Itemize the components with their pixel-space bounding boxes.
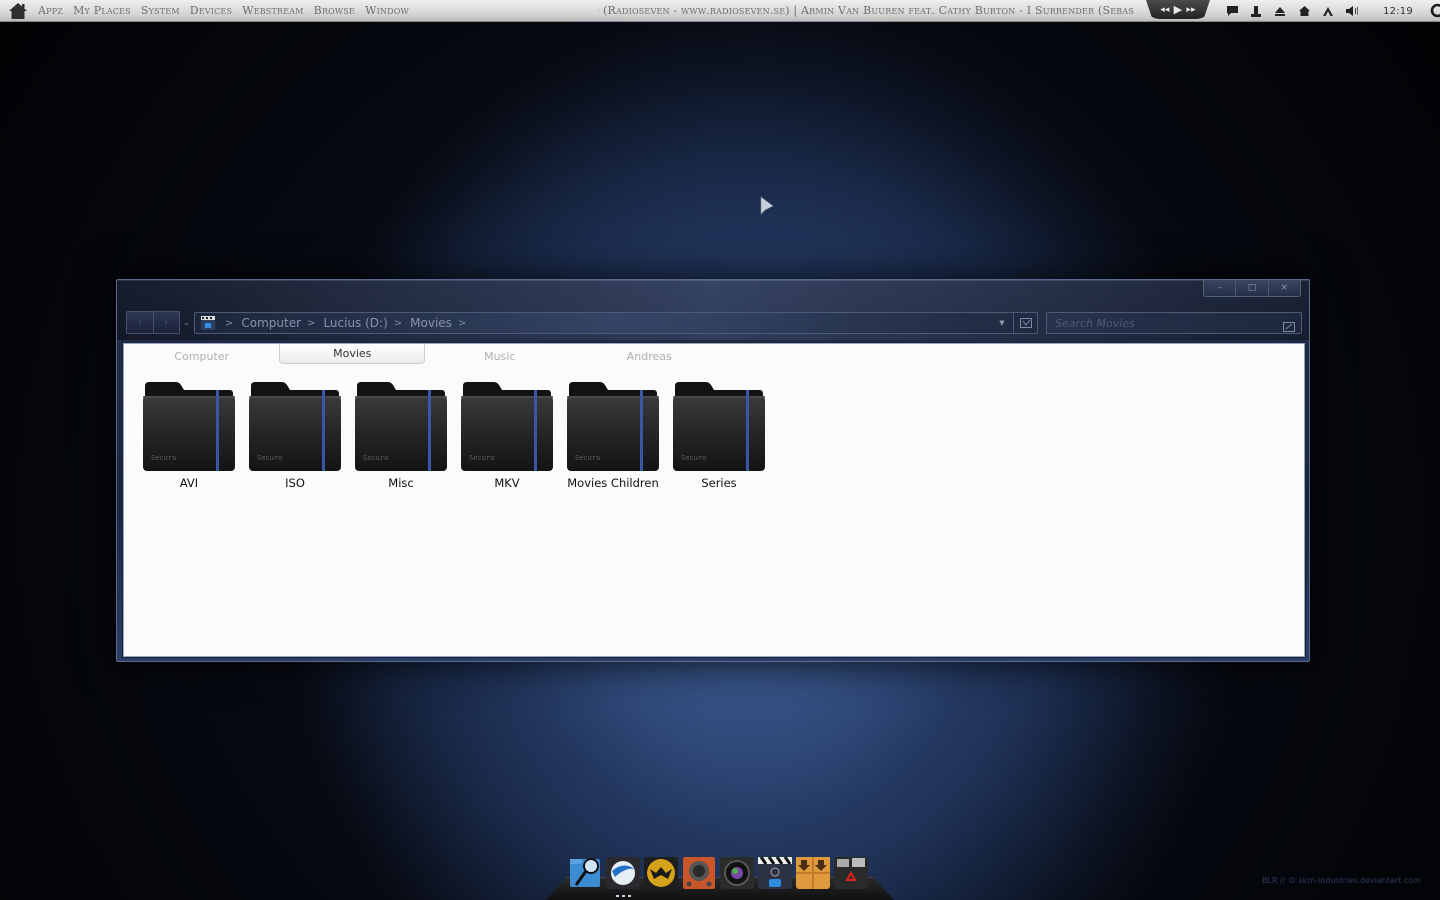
mouse-cursor-icon: [760, 196, 774, 220]
now-playing-ticker: (Ezzy Sweet Remix) (Radioseven - www.rad…: [598, 0, 1134, 22]
folder-label: AVI: [179, 476, 199, 490]
folder-item[interactable]: Securo Series: [672, 376, 766, 490]
tab-movies[interactable]: Movies: [279, 344, 425, 364]
breadcrumb-computer[interactable]: Computer: [241, 316, 301, 330]
recent-pages-dropdown[interactable]: ⌄: [183, 318, 190, 327]
maximize-button[interactable]: □: [1235, 280, 1267, 296]
tab-music[interactable]: Music: [425, 344, 575, 366]
refresh-icon[interactable]: [1013, 313, 1037, 333]
breadcrumb-separator[interactable]: >: [307, 318, 315, 329]
folder-item[interactable]: Securo AVI: [142, 376, 236, 490]
menu-devices[interactable]: Devices: [185, 4, 237, 17]
folder-grid: Securo AVI Securo ISO Securo Misc Securo…: [142, 376, 766, 490]
menu-bar: Appz My Places System Devices Webstream …: [0, 0, 1440, 22]
folder-badge-text: Securo: [469, 454, 494, 462]
clock[interactable]: 12:19: [1378, 6, 1418, 17]
menu-window[interactable]: Window: [360, 4, 414, 17]
speaker-icon[interactable]: [682, 855, 716, 889]
folder-label: Series: [701, 476, 737, 490]
folder-badge-text: Securo: [151, 454, 176, 462]
folder-item[interactable]: Securo ISO: [248, 376, 342, 490]
folder-item[interactable]: Securo Misc: [354, 376, 448, 490]
breadcrumb-separator: >: [225, 317, 234, 329]
folder-label: Misc: [388, 476, 414, 490]
downloads-icon[interactable]: [796, 855, 830, 889]
folder-badge-text: Securo: [681, 454, 706, 462]
camera-icon[interactable]: [720, 855, 754, 889]
folder-icon: Securo: [354, 376, 448, 472]
menu-my-places[interactable]: My Places: [68, 4, 136, 17]
explorer-window: – □ × ‹ › ⌄ > Computer > Lucius (D:) > M…: [116, 279, 1310, 662]
breadcrumb-lucius-d[interactable]: Lucius (D:): [323, 316, 387, 330]
folder-icon: Securo: [566, 376, 660, 472]
address-bar[interactable]: > Computer > Lucius (D:) > Movies > ▼: [194, 312, 1038, 334]
dock: [568, 855, 868, 889]
browser-icon[interactable]: [606, 855, 640, 889]
folder-item[interactable]: Securo MKV: [460, 376, 554, 490]
folder-icon: Securo: [248, 376, 342, 472]
chat-icon[interactable]: [1220, 0, 1244, 22]
search-go-icon[interactable]: [1283, 317, 1295, 332]
menu-webstream[interactable]: Webstream: [237, 4, 308, 17]
now-playing-text: (Ezzy Sweet Remix) (Radioseven - www.rad…: [598, 4, 1134, 17]
breadcrumb-movies[interactable]: Movies: [410, 316, 452, 330]
folder-icon: Securo: [672, 376, 766, 472]
file-view: Computer Movies Music Andreas Securo AVI: [123, 343, 1305, 657]
dock-running-indicator: [616, 895, 631, 897]
minimize-button[interactable]: –: [1204, 280, 1235, 296]
finder-search-icon[interactable]: [568, 855, 602, 889]
address-history-dropdown-icon[interactable]: ▼: [995, 313, 1009, 333]
menu-appz[interactable]: Appz: [33, 4, 68, 17]
previous-track-icon[interactable]: ◂◂: [1160, 5, 1169, 15]
search-icon[interactable]: [1426, 0, 1440, 22]
home-icon[interactable]: [1292, 0, 1316, 22]
folder-item[interactable]: Securo Movies Children: [566, 376, 660, 490]
up-arrow-icon[interactable]: [1316, 0, 1340, 22]
folder-label: Movies Children: [567, 476, 659, 490]
tab-computer[interactable]: Computer: [124, 344, 279, 366]
menu-system[interactable]: System: [136, 4, 185, 17]
folder-badge-text: Securo: [257, 454, 282, 462]
folder-icon: Securo: [460, 376, 554, 472]
media-player-icon[interactable]: [644, 855, 678, 889]
breadcrumb-separator[interactable]: >: [394, 318, 402, 329]
search-input[interactable]: [1055, 316, 1275, 330]
next-track-icon[interactable]: ▸▸: [1186, 5, 1195, 15]
window-caption-buttons: – □ ×: [1203, 280, 1301, 297]
folder-label: MKV: [494, 476, 520, 490]
navigation-buttons: ‹ ›: [126, 311, 180, 334]
trash-icon[interactable]: [834, 855, 868, 889]
close-button[interactable]: ×: [1267, 280, 1300, 296]
tab-bar: Computer Movies Music Andreas: [124, 344, 724, 366]
menu-browse[interactable]: Browse: [309, 4, 360, 17]
breadcrumb-separator[interactable]: >: [458, 318, 466, 329]
back-button[interactable]: ‹: [127, 312, 153, 333]
volume-icon[interactable]: [1340, 0, 1364, 22]
system-tray: 12:19: [1220, 0, 1440, 22]
movies-folder-icon: [201, 316, 215, 330]
video-editor-icon[interactable]: [758, 855, 792, 889]
eject-icon[interactable]: [1268, 0, 1292, 22]
tab-andreas[interactable]: Andreas: [575, 344, 725, 366]
user-icon[interactable]: [1244, 0, 1268, 22]
home-logo-icon[interactable]: [8, 2, 28, 20]
forward-button[interactable]: ›: [152, 312, 180, 333]
folder-badge-text: Securo: [363, 454, 388, 462]
search-box: [1046, 312, 1302, 334]
folder-label: ISO: [285, 476, 305, 490]
play-icon[interactable]: ▶: [1174, 3, 1183, 16]
media-controls: ◂◂ ▶ ▸▸: [1146, 0, 1210, 19]
folder-icon: Securo: [142, 376, 236, 472]
wallpaper-credit: BLR // © skm-industries.deviantart.com: [1262, 876, 1421, 885]
folder-badge-text: Securo: [575, 454, 600, 462]
